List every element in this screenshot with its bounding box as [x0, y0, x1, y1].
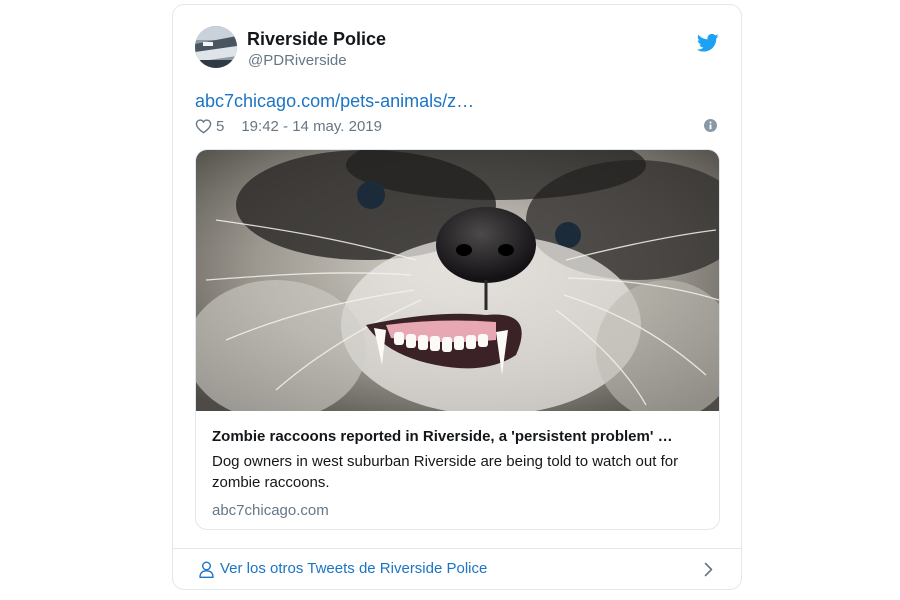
tweet-link[interactable]: abc7chicago.com/pets-animals/z…: [195, 91, 474, 112]
like-count: 5: [216, 117, 225, 135]
avatar[interactable]: [195, 26, 237, 68]
raccoon-photo: [196, 150, 719, 411]
person-icon: [199, 561, 214, 578]
avatar-image: [195, 26, 237, 68]
tweet-meta: 5 19:42 - 14 may. 2019: [195, 116, 382, 136]
info-icon[interactable]: [704, 119, 717, 132]
more-tweets-footer[interactable]: Ver los otros Tweets de Riverside Police: [173, 549, 741, 589]
link-card[interactable]: Zombie raccoons reported in Riverside, a…: [195, 149, 720, 530]
card-description: Dog owners in west suburban Riverside ar…: [212, 453, 679, 491]
card-title: Zombie raccoons reported in Riverside, a…: [212, 428, 673, 445]
embedded-tweet: Riverside Police @PDRiverside abc7chicag…: [172, 4, 742, 590]
chevron-right-icon[interactable]: [704, 562, 713, 577]
user-handle[interactable]: @PDRiverside: [248, 52, 347, 69]
heart-icon[interactable]: [195, 118, 212, 134]
display-name[interactable]: Riverside Police: [247, 29, 386, 50]
tweet-timestamp[interactable]: 19:42 - 14 may. 2019: [241, 118, 382, 135]
more-tweets-link[interactable]: Ver los otros Tweets de Riverside Police: [220, 560, 487, 577]
twitter-bird-icon[interactable]: [697, 33, 719, 53]
card-domain: abc7chicago.com: [212, 502, 329, 519]
